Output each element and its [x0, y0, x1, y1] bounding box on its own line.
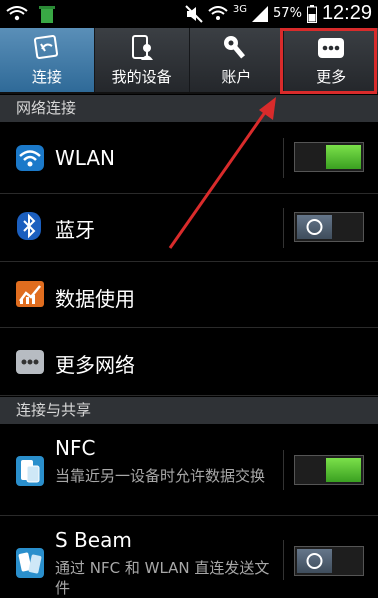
sbeam-toggle[interactable]: [294, 546, 364, 576]
sbeam-description: 通过 NFC 和 WLAN 直连发送文件: [55, 559, 270, 597]
toggle-knob: [297, 215, 332, 239]
tab-label: 我的设备: [111, 68, 172, 86]
tab-label: 账户: [221, 68, 252, 86]
nfc-toggle[interactable]: [294, 455, 364, 485]
section-header-share: 连接与共享: [0, 397, 378, 424]
wifi-status-icon: [6, 6, 28, 21]
tab-my-device[interactable]: 我的设备: [93, 28, 189, 92]
data-usage-row[interactable]: 数据使用: [0, 262, 378, 328]
nfc-icon: [16, 456, 44, 486]
cell-signal-icon: [252, 5, 269, 22]
nfc-description: 当靠近另一设备时允许数据交换: [55, 467, 266, 485]
wifi-signal-icon: [208, 5, 228, 20]
bluetooth-icon: [17, 212, 41, 240]
row-divider: [283, 540, 284, 580]
sbeam-row[interactable]: S Beam 通过 NFC 和 WLAN 直连发送文件: [0, 516, 378, 597]
bluetooth-toggle[interactable]: [294, 212, 364, 242]
nfc-row[interactable]: NFC 当靠近另一设备时允许数据交换: [0, 424, 378, 516]
data-usage-icon: [16, 281, 44, 307]
tab-connections[interactable]: 连接: [0, 28, 94, 92]
battery-icon: [306, 4, 317, 23]
row-divider: [283, 208, 284, 248]
tab-label: 连接: [31, 68, 62, 86]
account-key-icon: [224, 36, 246, 59]
more-networks-row[interactable]: 更多网络: [0, 328, 378, 396]
toggle-knob: [326, 145, 361, 169]
nfc-label: NFC: [55, 436, 96, 460]
wlan-label: WLAN: [55, 146, 116, 170]
wlan-row[interactable]: WLAN: [0, 122, 378, 194]
toggle-knob: [326, 458, 361, 482]
trash-icon: [39, 6, 55, 23]
toggle-off-circle-icon: [306, 553, 323, 569]
wifi-icon: [16, 145, 44, 171]
row-divider: [283, 138, 284, 178]
more-networks-label: 更多网络: [55, 353, 135, 377]
battery-percent: 57%: [273, 6, 302, 21]
more-networks-icon: [16, 350, 44, 374]
bluetooth-row[interactable]: 蓝牙: [0, 194, 378, 262]
clock: 12:29: [321, 2, 372, 24]
section-header-network: 网络连接: [0, 95, 378, 122]
mute-icon: [185, 4, 203, 23]
data-usage-label: 数据使用: [55, 287, 135, 311]
wlan-toggle[interactable]: [294, 142, 364, 172]
status-bar: 3G 57% 12:29: [0, 0, 378, 28]
toggle-off-circle-icon: [306, 219, 323, 235]
toggle-knob: [297, 549, 332, 573]
my-device-icon: [131, 35, 153, 60]
connect-icon: [33, 34, 58, 60]
row-divider: [283, 450, 284, 490]
sbeam-icon: [16, 548, 44, 578]
tab-account[interactable]: 账户: [188, 28, 284, 92]
network-type-label: 3G: [232, 4, 248, 15]
sbeam-label: S Beam: [55, 528, 132, 552]
more-tab-highlight-box: [280, 28, 377, 94]
bluetooth-label: 蓝牙: [55, 218, 95, 242]
